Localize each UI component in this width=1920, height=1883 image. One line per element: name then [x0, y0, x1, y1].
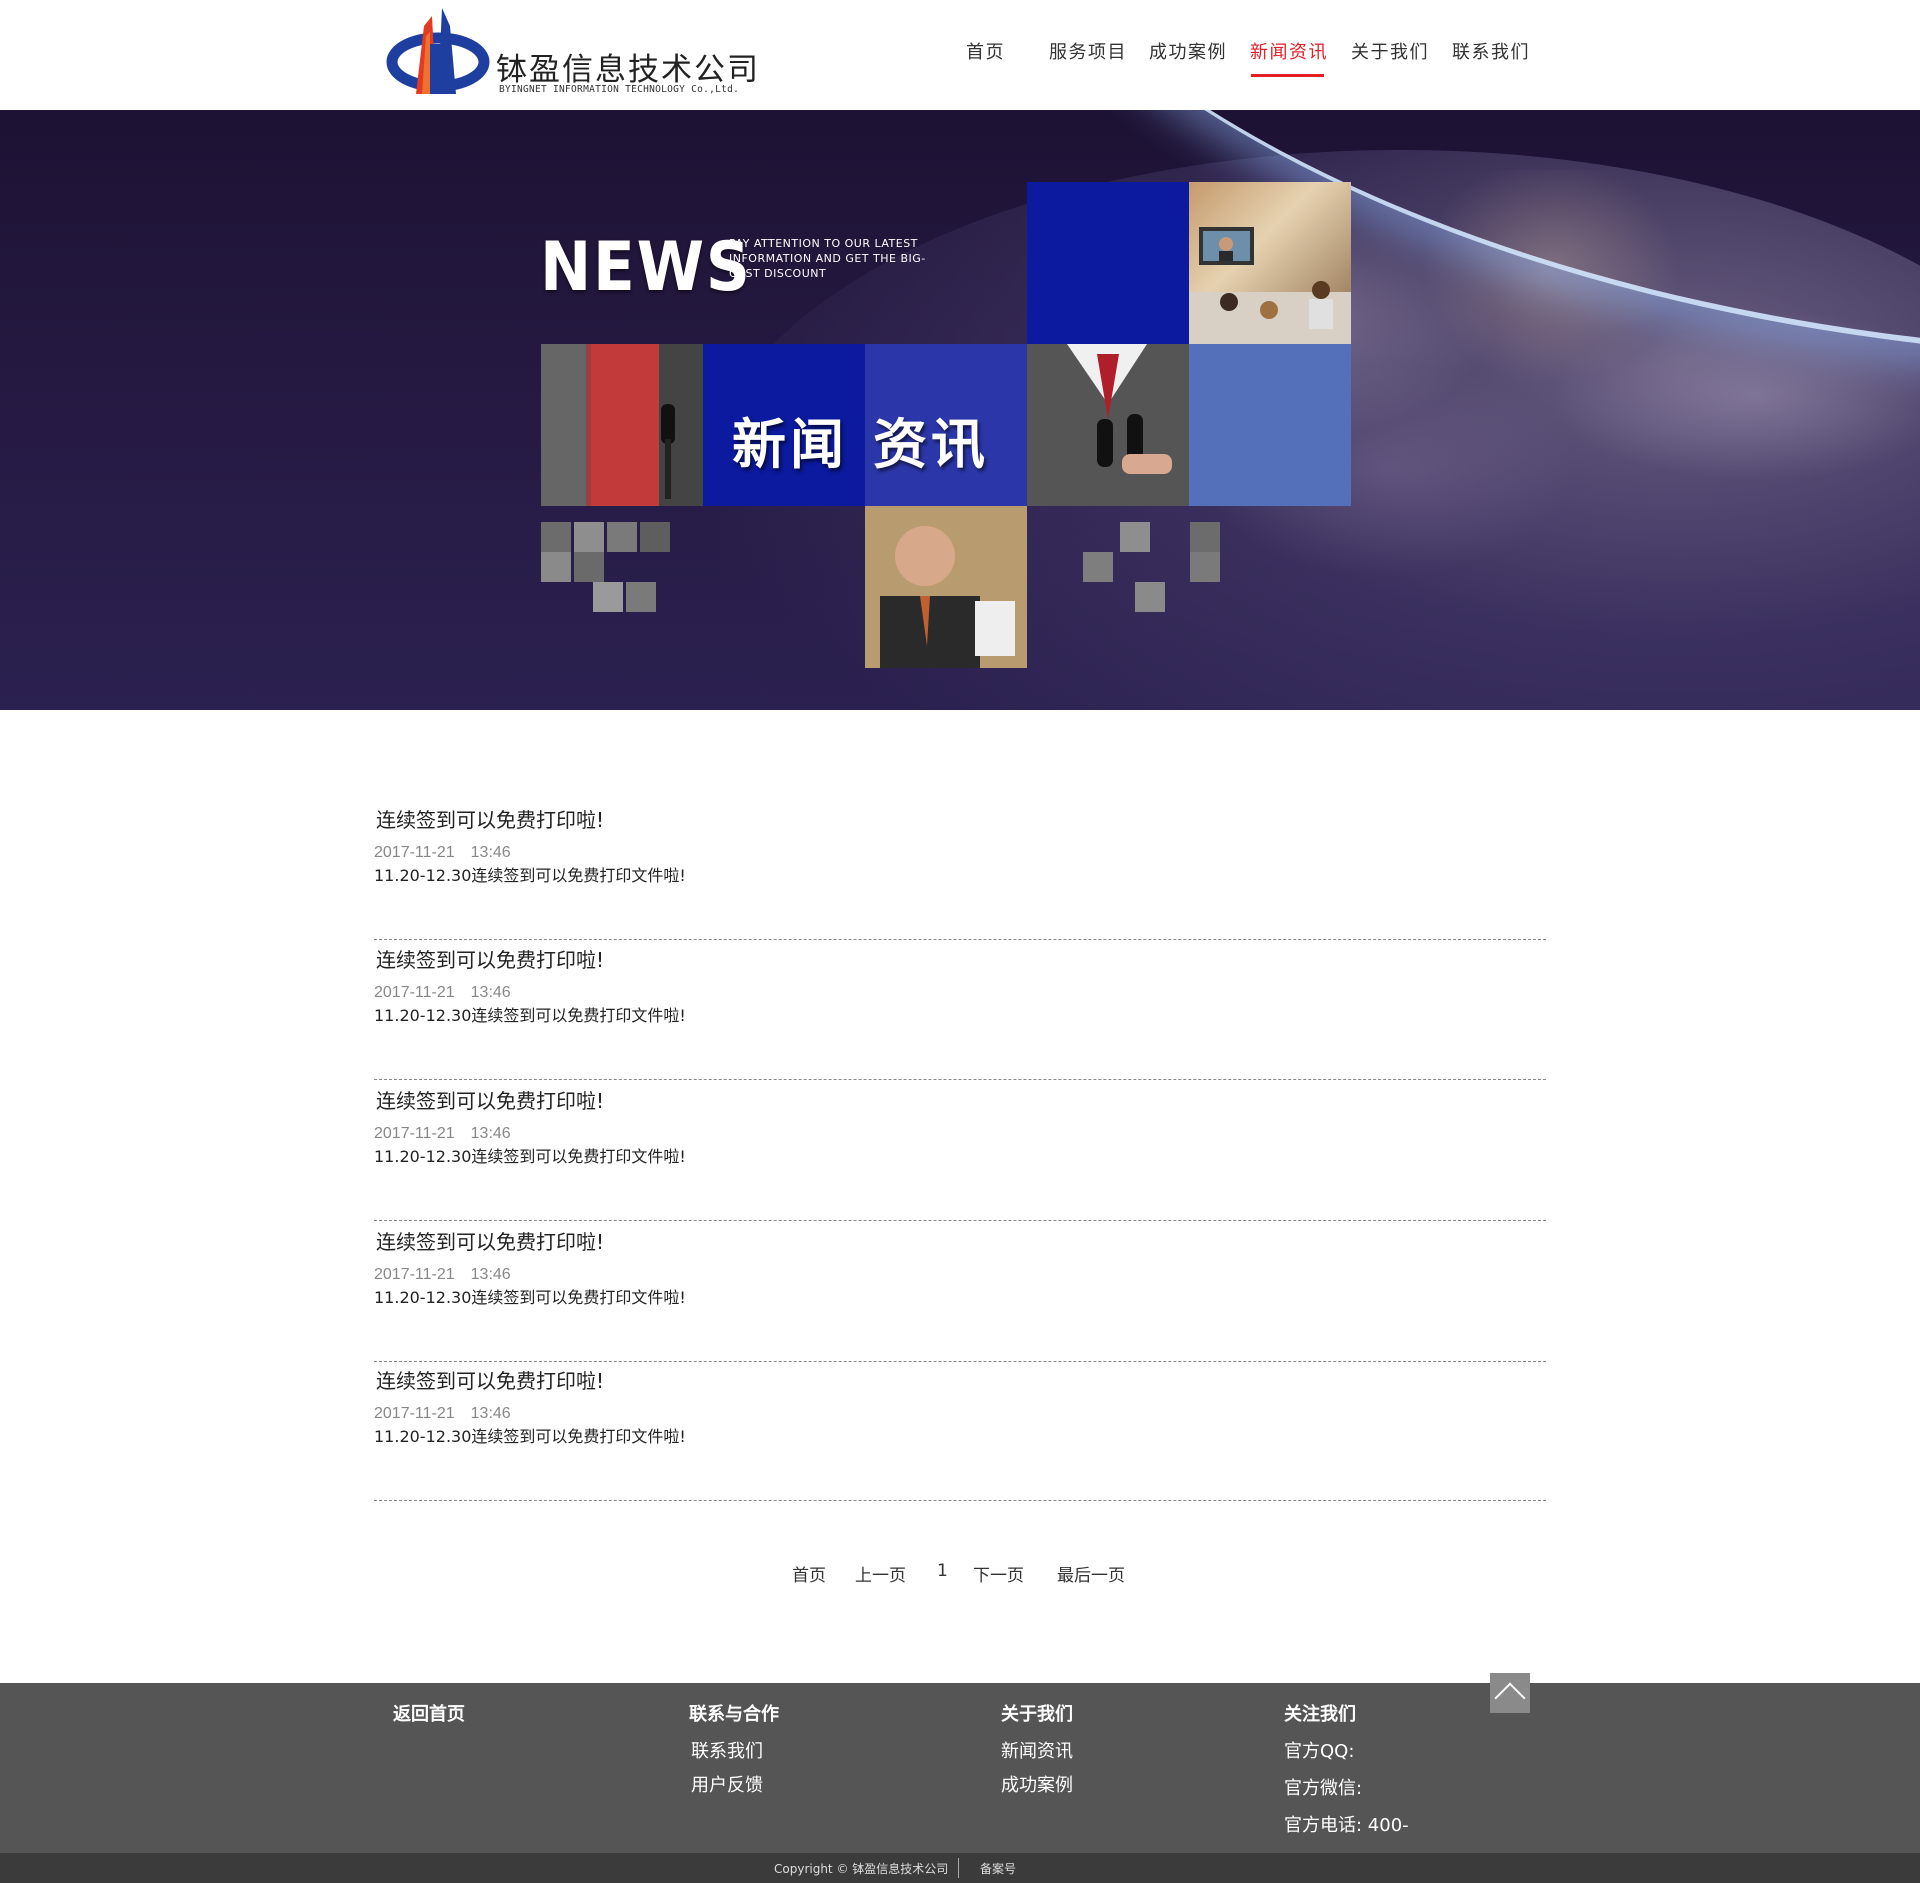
news-date: 2017-11-21 13:46	[374, 1125, 511, 1142]
news-title[interactable]: 连续签到可以免费打印啦!	[376, 804, 604, 833]
footer-about-heading: 关于我们	[1001, 1704, 1073, 1725]
news-description: 11.20-12.30连续签到可以免费打印文件啦!	[374, 1006, 686, 1025]
pixel-block	[541, 552, 571, 582]
pager-next[interactable]: 下一页	[973, 1561, 1024, 1586]
tile-lightblue	[1189, 344, 1351, 506]
pixel-block	[541, 522, 571, 552]
footer-link-news[interactable]: 新闻资讯	[1001, 1737, 1073, 1763]
news-title[interactable]: 连续签到可以免费打印啦!	[376, 1085, 604, 1114]
nav-home[interactable]: 首页	[966, 38, 1005, 64]
pixel-block	[1120, 522, 1150, 552]
copyright-divider	[958, 1858, 959, 1878]
news-item[interactable]: 连续签到可以免费打印啦! 2017-11-21 13:46 11.20-12.3…	[374, 1081, 1546, 1221]
news-item[interactable]: 连续签到可以免费打印啦! 2017-11-21 13:46 11.20-12.3…	[374, 800, 1546, 940]
news-item[interactable]: 连续签到可以免费打印啦! 2017-11-21 13:46 11.20-12.3…	[374, 940, 1546, 1080]
tile-photo-interview-right	[1027, 344, 1189, 506]
tile-photo-interview-left	[541, 344, 703, 506]
icp-link[interactable]: 备案号	[980, 1860, 1016, 1877]
speaker-photo-icon	[865, 506, 1027, 668]
footer-qq: 官方QQ:	[1284, 1741, 1355, 1762]
pager-last[interactable]: 最后一页	[1057, 1561, 1125, 1586]
news-date: 2017-11-21 13:46	[374, 1266, 511, 1283]
pager-prev[interactable]: 上一页	[855, 1561, 906, 1586]
copyright-bar: Copyright © 钵盈信息技术公司 备案号	[0, 1853, 1920, 1883]
chevron-up-icon	[1494, 1682, 1526, 1714]
footer-link-feedback[interactable]: 用户反馈	[691, 1771, 763, 1797]
news-description: 11.20-12.30连续签到可以免费打印文件啦!	[374, 866, 686, 885]
footer-link-cases[interactable]: 成功案例	[1001, 1771, 1073, 1797]
footer-link-contact[interactable]: 联系我们	[691, 1737, 763, 1763]
footer-follow-heading: 关注我们	[1284, 1704, 1356, 1725]
footer-home-link[interactable]: 返回首页	[393, 1700, 465, 1726]
nav-services[interactable]: 服务项目	[1049, 38, 1127, 64]
footer-phone: 官方电话: 400-	[1284, 1815, 1409, 1836]
microphone-icon	[541, 344, 703, 506]
news-title[interactable]: 连续签到可以免费打印啦!	[376, 944, 604, 973]
pixel-block	[593, 582, 623, 612]
news-date: 2017-11-21 13:46	[374, 984, 511, 1001]
pixel-block	[1190, 522, 1220, 552]
pixel-block	[607, 522, 637, 552]
banner-title-part2: 资讯	[873, 413, 989, 476]
pager-first[interactable]: 首页	[792, 1561, 826, 1586]
footer-wechat: 官方微信:	[1284, 1778, 1363, 1799]
nav-active-indicator	[1251, 74, 1324, 77]
logo-company-name-en: BYINGNET INFORMATION TECHNOLOGY Co.,Ltd.	[499, 84, 740, 95]
news-description: 11.20-12.30连续签到可以免费打印文件啦!	[374, 1288, 686, 1307]
nav-news[interactable]: 新闻资讯	[1250, 38, 1328, 64]
pixel-block	[574, 522, 604, 552]
news-item[interactable]: 连续签到可以免费打印啦! 2017-11-21 13:46 11.20-12.3…	[374, 1361, 1546, 1501]
pixel-block	[640, 522, 670, 552]
pixel-block	[574, 552, 604, 582]
news-title[interactable]: 连续签到可以免费打印啦!	[376, 1226, 604, 1255]
news-title[interactable]: 连续签到可以免费打印啦!	[376, 1365, 604, 1394]
banner-title-part1: 新闻	[732, 413, 848, 476]
nav-cases[interactable]: 成功案例	[1149, 38, 1227, 64]
meeting-photo-icon	[1189, 227, 1351, 344]
pixel-block	[1190, 552, 1220, 582]
news-banner: NEWS PAY ATTENTION TO OUR LATEST INFORMA…	[0, 110, 1920, 710]
footer-contact-heading: 联系与合作	[689, 1704, 779, 1725]
tile-photo-meeting	[1189, 182, 1351, 344]
news-date: 2017-11-21 13:46	[374, 844, 511, 861]
pixel-block	[1135, 582, 1165, 612]
pixel-block	[1083, 552, 1113, 582]
site-header: 钵盈信息技术公司 BYINGNET INFORMATION TECHNOLOGY…	[0, 0, 1920, 110]
news-description: 11.20-12.30连续签到可以免费打印文件啦!	[374, 1427, 686, 1446]
banner-news-word: NEWS	[540, 228, 752, 307]
news-date: 2017-11-21 13:46	[374, 1405, 511, 1422]
back-to-top-button[interactable]	[1490, 1673, 1530, 1714]
logo-icon	[386, 8, 490, 94]
banner-tagline: PAY ATTENTION TO OUR LATEST INFORMATION …	[729, 237, 926, 280]
microphone-icon-2	[1027, 344, 1189, 506]
nav-contact[interactable]: 联系我们	[1452, 38, 1530, 64]
copyright-text: Copyright © 钵盈信息技术公司	[774, 1862, 949, 1876]
site-footer: 返回首页 联系与合作 联系我们 用户反馈 关于我们 新闻资讯 成功案例 关注我们…	[0, 1683, 1920, 1853]
logo-company-name: 钵盈信息技术公司	[496, 52, 760, 88]
logo[interactable]: 钵盈信息技术公司 BYINGNET INFORMATION TECHNOLOGY…	[386, 6, 758, 98]
pager-current[interactable]: 1	[937, 1561, 948, 1581]
news-item[interactable]: 连续签到可以免费打印啦! 2017-11-21 13:46 11.20-12.3…	[374, 1222, 1546, 1362]
tile-blue-top	[1027, 182, 1189, 344]
tile-photo-speaker	[865, 506, 1027, 668]
news-description: 11.20-12.30连续签到可以免费打印文件啦!	[374, 1147, 686, 1166]
pixel-block	[626, 582, 656, 612]
nav-about[interactable]: 关于我们	[1351, 38, 1429, 64]
